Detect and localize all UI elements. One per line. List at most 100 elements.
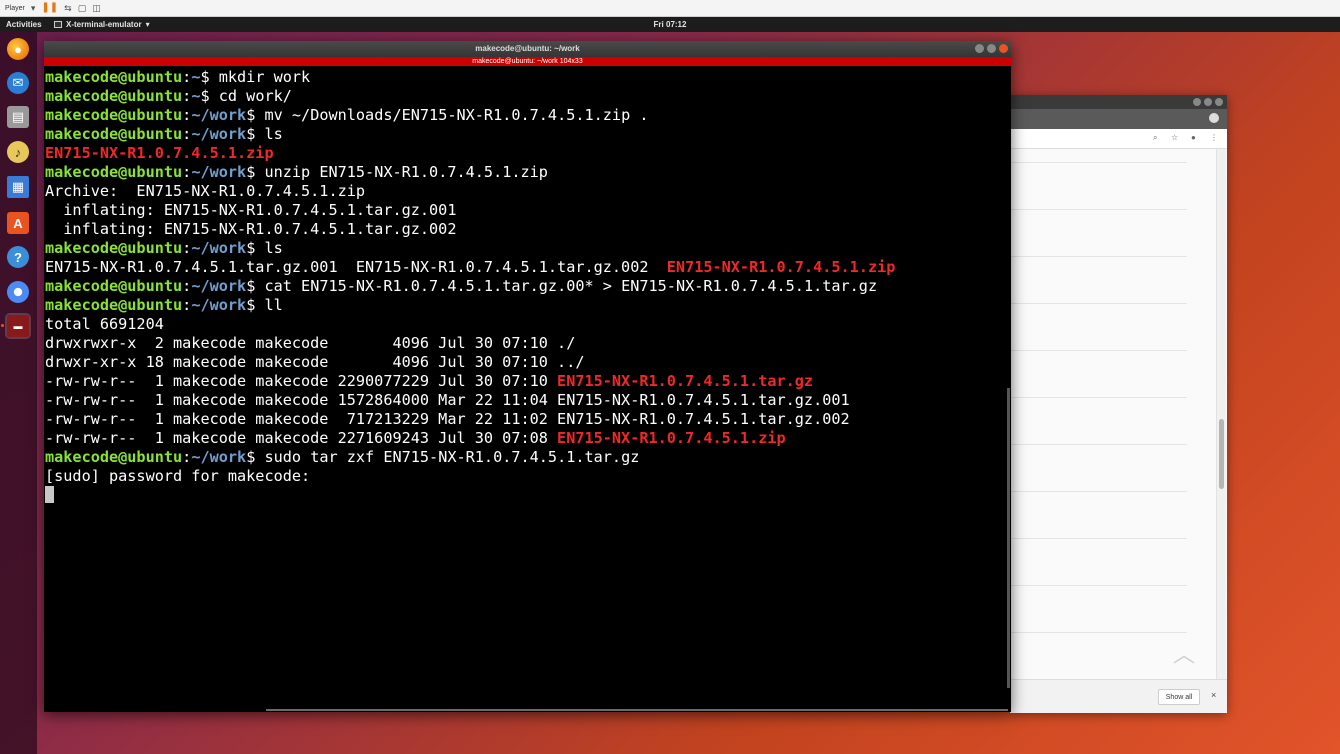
terminal-text: : (182, 106, 192, 124)
terminal-text: $ sudo tar zxf EN715-NX-R1.0.7.4.5.1.tar… (246, 448, 640, 466)
terminal-line: makecode@ubuntu:~$ mkdir work (45, 68, 1007, 87)
running-indicator (1, 324, 4, 327)
terminal-titlebar[interactable]: makecode@ubuntu: ~/work (44, 41, 1011, 57)
terminal-output[interactable]: makecode@ubuntu:~$ mkdir work makecode@ub… (45, 68, 1007, 708)
minimize-icon[interactable] (975, 44, 984, 53)
text-cursor (45, 486, 54, 503)
terminal-text: : (182, 296, 192, 314)
terminal-line: makecode@ubuntu:~/work$ sudo tar zxf EN7… (45, 448, 1007, 467)
vm-player-bar: Player ▾ ❚❚ ⇆ ▢ ◫ (0, 0, 1340, 17)
dock-thunderbird[interactable]: ✉ (5, 70, 31, 96)
terminal-text: drwxr-xr-x 18 makecode makecode 4096 Jul… (45, 353, 558, 371)
terminal-window[interactable]: makecode@ubuntu: ~/work makecode@ubuntu:… (44, 41, 1011, 712)
archive-filename: EN715-NX-R1.0.7.4.5.1.tar.gz (557, 372, 814, 390)
terminal-text: $ ls (246, 239, 283, 257)
show-all-button[interactable]: Show all (1158, 689, 1200, 705)
dock: ● ✉ ▤ ♪ ▦ A ? ▬ (0, 32, 37, 754)
firefox-icon: ● (7, 38, 29, 60)
terminal-line: makecode@ubuntu:~/work$ ls (45, 239, 1007, 258)
prompt-user: makecode@ubuntu (45, 106, 183, 124)
pause-icon[interactable]: ❚❚ (41, 3, 58, 13)
terminal-line: Archive: EN715-NX-R1.0.7.4.5.1.zip (45, 182, 1007, 201)
terminal-line: EN715-NX-R1.0.7.4.5.1.zip (45, 144, 1007, 163)
resize-indicator: makecode@ubuntu: ~/work 104x33 (44, 57, 1011, 66)
activities-button[interactable]: Activities (0, 20, 50, 29)
terminal-text: : (182, 163, 192, 181)
prompt-path: ~/work (191, 239, 247, 257)
dock-chromium[interactable] (5, 279, 31, 305)
terminal-line: -rw-rw-r-- 1 makecode makecode 227160924… (45, 429, 1007, 448)
terminal-text: $ mv ~/Downloads/EN715-NX-R1.0.7.4.5.1.z… (246, 106, 649, 124)
terminal-text: drwxrwxr-x 2 makecode makecode 4096 Jul … (45, 334, 558, 352)
terminal-line: makecode@ubuntu:~$ cd work/ (45, 87, 1007, 106)
archive-filename: EN715-NX-R1.0.7.4.5.1.zip (666, 258, 896, 276)
downloads-bar: Show all × (1010, 679, 1227, 713)
dock-software[interactable]: A (5, 210, 31, 236)
dock-terminal[interactable]: ▬ (5, 313, 31, 339)
fit-window-icon[interactable]: ▢ (78, 3, 87, 13)
terminal-text: $ mkdir work (200, 68, 311, 86)
app-menu-label: X-terminal-emulator (66, 20, 142, 29)
terminal-text: : (182, 448, 192, 466)
prompt-path: ~/work (191, 125, 247, 143)
dock-firefox[interactable]: ● (5, 36, 31, 62)
dock-rhythmbox[interactable]: ♪ (5, 139, 31, 165)
terminal-line: inflating: EN715-NX-R1.0.7.4.5.1.tar.gz.… (45, 201, 1007, 220)
terminal-line: -rw-rw-r-- 1 makecode makecode 229007722… (45, 372, 1007, 391)
vertical-scrollbar[interactable] (1216, 149, 1226, 679)
more-menu-icon[interactable]: ⋮ (1210, 133, 1218, 142)
terminal-text: : (182, 68, 192, 86)
file-manager-icon: ▤ (7, 106, 29, 128)
gnome-top-bar: Activities X-terminal-emulator ▾ Fri 07:… (0, 17, 1340, 32)
browser-tabbar (1010, 109, 1227, 129)
terminal-line: makecode@ubuntu:~/work$ cat EN715-NX-R1.… (45, 277, 1007, 296)
terminal-text: : (182, 87, 192, 105)
terminal-line: makecode@ubuntu:~/work$ unzip EN715-NX-R… (45, 163, 1007, 182)
dock-writer[interactable]: ▦ (5, 174, 31, 200)
unity-icon[interactable]: ◫ (92, 3, 101, 13)
prompt-user: makecode@ubuntu (45, 239, 183, 257)
browser-address-bar[interactable]: ⌕ ☆ ● ⋮ (1010, 129, 1227, 149)
profile-icon[interactable]: ● (1191, 133, 1196, 142)
terminal-text: $ ll (246, 296, 283, 314)
page-content (1010, 149, 1187, 669)
close-icon[interactable]: × (1211, 690, 1216, 700)
background-browser-window[interactable]: ⌕ ☆ ● ⋮ ︿ Show all × (1010, 95, 1227, 713)
terminal-line: makecode@ubuntu:~/work$ ll (45, 296, 1007, 315)
minimize-icon[interactable] (1193, 98, 1201, 106)
terminal-line: -rw-rw-r-- 1 makecode makecode 717213229… (45, 410, 1007, 429)
window-titlebar[interactable] (1010, 95, 1227, 109)
gear-icon[interactable] (1209, 113, 1219, 123)
document-icon: ▦ (7, 176, 29, 198)
terminal-scrollbar[interactable] (1007, 68, 1010, 708)
terminal-text: inflating: EN715-NX-R1.0.7.4.5.1.tar.gz.… (45, 201, 457, 219)
terminal-line: -rw-rw-r-- 1 makecode makecode 157286400… (45, 391, 1007, 410)
chevron-down-icon[interactable]: ▾ (31, 3, 36, 13)
terminal-text: $ cat EN715-NX-R1.0.7.4.5.1.tar.gz.00* >… (246, 277, 878, 295)
terminal-icon: ▬ (7, 315, 29, 337)
terminal-text: $ ls (246, 125, 283, 143)
player-menu[interactable]: Player (5, 5, 25, 12)
dock-files[interactable]: ▤ (5, 104, 31, 130)
maximize-icon[interactable] (1204, 98, 1212, 106)
app-menu[interactable]: X-terminal-emulator ▾ (54, 20, 150, 29)
dock-help[interactable]: ? (5, 244, 31, 270)
zoom-icon[interactable]: ⌕ (1153, 133, 1157, 143)
terminal-text: : (182, 277, 192, 295)
clock[interactable]: Fri 07:12 (0, 20, 1340, 29)
terminal-text: $ unzip EN715-NX-R1.0.7.4.5.1.zip (246, 163, 548, 181)
prompt-user: makecode@ubuntu (45, 87, 183, 105)
maximize-icon[interactable] (987, 44, 996, 53)
prompt-path: ~/work (191, 296, 247, 314)
archive-filename: EN715-NX-R1.0.7.4.5.1.zip (557, 429, 786, 447)
send-ctrl-alt-del-icon[interactable]: ⇆ (64, 3, 72, 13)
scroll-to-top-icon[interactable]: ︿ (1173, 637, 1195, 669)
close-icon[interactable] (1215, 98, 1223, 106)
help-icon: ? (7, 246, 29, 268)
close-icon[interactable] (999, 44, 1008, 53)
star-icon[interactable]: ☆ (1171, 133, 1178, 142)
terminal-line: drwxrwxr-x 2 makecode makecode 4096 Jul … (45, 334, 1007, 353)
prompt-user: makecode@ubuntu (45, 163, 183, 181)
terminal-text: inflating: EN715-NX-R1.0.7.4.5.1.tar.gz.… (45, 220, 457, 238)
terminal-bottom-edge (266, 709, 1008, 711)
